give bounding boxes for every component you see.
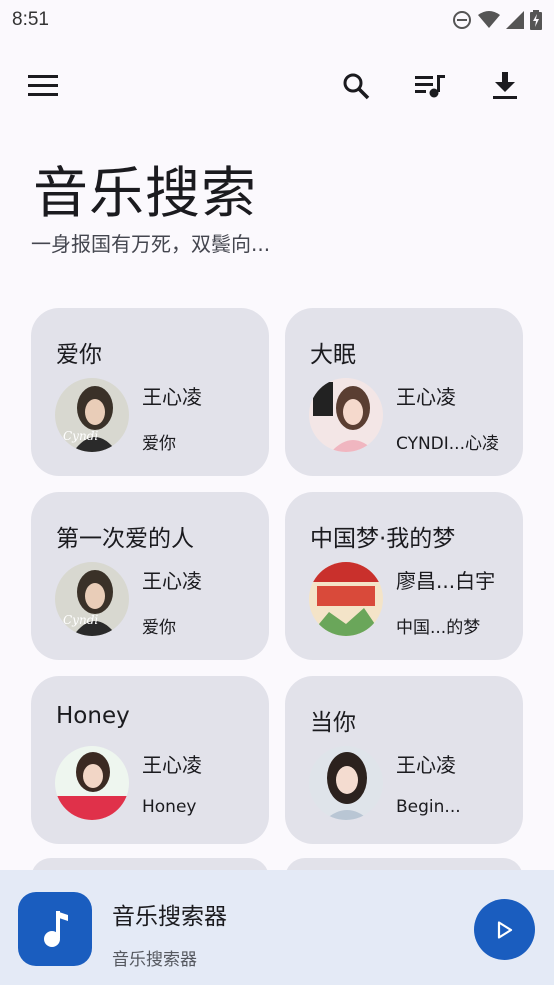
- page-subtitle: 一身报国有万死，双鬓向...: [31, 232, 271, 256]
- album-cover: [55, 746, 129, 820]
- svg-text:Cyndi: Cyndi: [63, 429, 98, 443]
- song-title: 爱你: [56, 342, 102, 368]
- play-button[interactable]: [474, 899, 535, 960]
- song-artist: 王心凌: [142, 385, 202, 409]
- song-card[interactable]: 第一次爱的人 Cyndi 王心凌 爱你: [31, 492, 269, 660]
- page-title: 音乐搜索: [33, 161, 258, 225]
- play-icon: [497, 920, 512, 939]
- top-app-bar: [0, 58, 554, 114]
- signal-icon: [506, 11, 524, 29]
- svg-text:Cyndi: Cyndi: [63, 613, 98, 627]
- download-button[interactable]: [481, 62, 529, 110]
- song-album: CYNDI...心凌: [396, 434, 499, 454]
- song-title: 当你: [310, 710, 356, 736]
- battery-charging-icon: [530, 10, 542, 30]
- song-card[interactable]: 中国梦·我的梦 廖昌...白宇 中国...的梦: [285, 492, 523, 660]
- status-time: 8:51: [12, 9, 49, 30]
- status-bar: 8:51: [0, 0, 554, 40]
- song-title: 第一次爱的人: [56, 526, 194, 552]
- player-subtitle: 音乐搜索器: [112, 950, 197, 970]
- song-title: Honey: [56, 703, 130, 729]
- wifi-icon: [478, 11, 500, 28]
- album-cover: Cyndi: [55, 378, 129, 452]
- album-cover: [309, 378, 383, 452]
- song-album: Honey: [142, 797, 197, 817]
- song-album: 中国...的梦: [396, 618, 481, 638]
- music-note-icon: [44, 911, 68, 947]
- player-title: 音乐搜索器: [112, 904, 227, 930]
- do-not-disturb-icon: [453, 11, 471, 29]
- song-album: Begin...: [396, 797, 461, 817]
- song-album: 爱你: [142, 618, 176, 638]
- queue-music-icon: [415, 75, 445, 98]
- player-cover: [18, 892, 92, 966]
- song-card[interactable]: 大眠 王心凌 CYNDI...心凌: [285, 308, 523, 476]
- song-artist: 王心凌: [396, 385, 456, 409]
- download-icon: [493, 72, 517, 99]
- mini-player[interactable]: 音乐搜索器 音乐搜索器: [0, 870, 554, 985]
- song-title: 中国梦·我的梦: [310, 526, 456, 552]
- song-album: 爱你: [142, 434, 176, 454]
- queue-music-button[interactable]: [406, 62, 454, 110]
- song-artist: 王心凌: [142, 569, 202, 593]
- song-card[interactable]: Honey 王心凌 Honey: [31, 676, 269, 844]
- song-artist: 廖昌...白宇: [396, 569, 496, 593]
- album-cover: [309, 562, 383, 636]
- song-artist: 王心凌: [142, 753, 202, 777]
- song-card[interactable]: 当你 王心凌 Begin...: [285, 676, 523, 844]
- album-cover: Cyndi: [55, 562, 129, 636]
- search-button[interactable]: [332, 62, 380, 110]
- album-cover: [309, 746, 383, 820]
- menu-button[interactable]: [19, 62, 67, 110]
- song-title: 大眠: [310, 342, 356, 368]
- menu-icon: [28, 75, 58, 96]
- song-card[interactable]: 爱你 Cyndi 王心凌 爱你: [31, 308, 269, 476]
- search-icon: [343, 73, 370, 100]
- song-artist: 王心凌: [396, 753, 456, 777]
- status-icons: [452, 10, 542, 30]
